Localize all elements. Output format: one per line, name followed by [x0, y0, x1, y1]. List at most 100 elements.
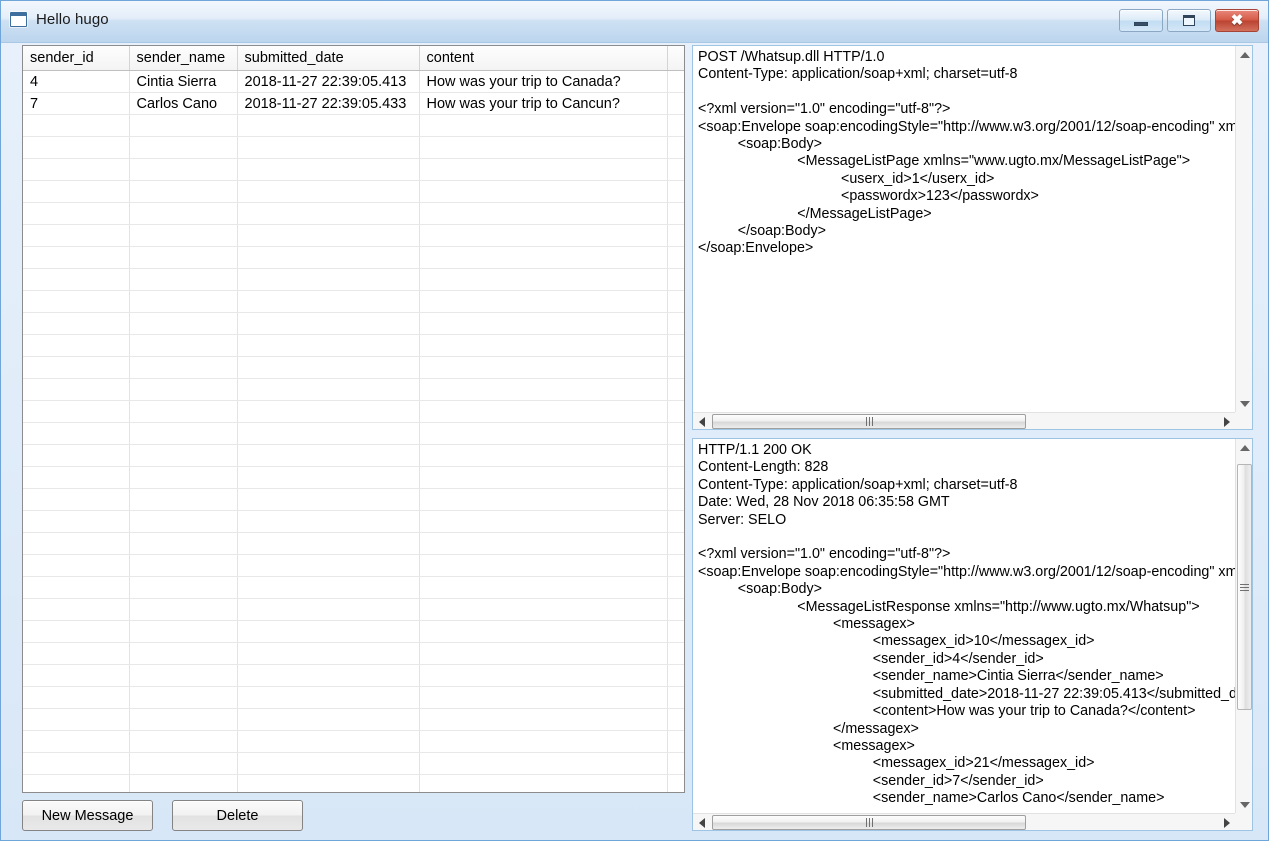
table-cell-empty[interactable]	[237, 488, 420, 511]
table-cell-empty[interactable]	[419, 334, 668, 357]
delete-button[interactable]: Delete	[172, 800, 303, 831]
table-cell-empty[interactable]	[129, 136, 238, 159]
table-cell-empty[interactable]	[237, 136, 420, 159]
table-row-empty[interactable]	[23, 466, 684, 489]
table-cell-empty[interactable]	[129, 378, 238, 401]
table-row-empty[interactable]	[23, 180, 684, 203]
table-cell-empty[interactable]	[667, 510, 684, 533]
table-cell-empty[interactable]	[237, 730, 420, 753]
request-horizontal-scrollbar[interactable]	[693, 412, 1235, 429]
response-vertical-scrollbar[interactable]	[1235, 439, 1252, 813]
table-cell-empty[interactable]	[667, 356, 684, 379]
table-cell-empty[interactable]	[667, 224, 684, 247]
table-cell-empty[interactable]	[667, 686, 684, 709]
table-cell-empty[interactable]	[129, 576, 238, 599]
column-header-sender-name[interactable]: sender_name	[129, 46, 238, 71]
table-cell-empty[interactable]	[237, 576, 420, 599]
table-cell-empty[interactable]	[129, 224, 238, 247]
table-cell-empty[interactable]	[419, 554, 668, 577]
table-cell-empty[interactable]	[237, 180, 420, 203]
table-cell-empty[interactable]	[23, 774, 130, 792]
maximize-button[interactable]	[1167, 9, 1211, 32]
table-row-empty[interactable]	[23, 598, 684, 621]
table-cell-empty[interactable]	[23, 708, 130, 731]
table-cell-empty[interactable]	[237, 774, 420, 792]
minimize-button[interactable]	[1119, 9, 1163, 32]
table-cell-empty[interactable]	[23, 730, 130, 753]
table-cell-empty[interactable]	[419, 400, 668, 423]
table-cell-content[interactable]: How was your trip to Canada?	[419, 70, 668, 93]
table-cell-empty[interactable]	[667, 466, 684, 489]
response-vscroll-thumb[interactable]	[1237, 464, 1252, 710]
table-cell-empty[interactable]	[419, 158, 668, 181]
table-cell-empty[interactable]	[667, 488, 684, 511]
table-cell-empty[interactable]	[237, 202, 420, 225]
table-cell-empty[interactable]	[237, 246, 420, 269]
response-hscroll-thumb[interactable]	[712, 815, 1026, 830]
table-cell-empty[interactable]	[667, 774, 684, 792]
table-cell-empty[interactable]	[129, 620, 238, 643]
table-cell-empty[interactable]	[237, 158, 420, 181]
table-cell-sender-id[interactable]: 7	[23, 92, 130, 115]
table-row-empty[interactable]	[23, 422, 684, 445]
table-cell-empty[interactable]	[129, 488, 238, 511]
column-header-submitted-date[interactable]: submitted_date	[237, 46, 420, 71]
table-cell-empty[interactable]	[129, 246, 238, 269]
table-cell-empty[interactable]	[23, 576, 130, 599]
table-cell-empty[interactable]	[129, 510, 238, 533]
table-cell-empty[interactable]	[23, 466, 130, 489]
table-row-empty[interactable]	[23, 730, 684, 753]
table-cell-empty[interactable]	[129, 312, 238, 335]
message-table-panel[interactable]: sender_id sender_name submitted_date con…	[22, 45, 685, 793]
table-cell-empty[interactable]	[23, 136, 130, 159]
table-cell-empty[interactable]	[237, 664, 420, 687]
table-cell-empty[interactable]	[23, 664, 130, 687]
table-cell-empty[interactable]	[237, 620, 420, 643]
table-cell-empty[interactable]	[667, 532, 684, 555]
table-cell-empty[interactable]	[23, 488, 130, 511]
table-cell-empty[interactable]	[419, 774, 668, 792]
table-cell-empty[interactable]	[23, 686, 130, 709]
table-cell-empty[interactable]	[23, 598, 130, 621]
table-row-empty[interactable]	[23, 510, 684, 533]
table-cell-empty[interactable]	[237, 466, 420, 489]
table-cell-empty[interactable]	[129, 774, 238, 792]
request-panel[interactable]: POST /Whatsup.dll HTTP/1.0 Content-Type:…	[692, 45, 1253, 430]
table-cell-empty[interactable]	[23, 224, 130, 247]
table-cell-empty[interactable]	[419, 686, 668, 709]
table-cell-empty[interactable]	[419, 620, 668, 643]
table-cell-empty[interactable]	[129, 268, 238, 291]
scroll-right-icon[interactable]	[1218, 814, 1235, 830]
table-cell-empty[interactable]	[23, 334, 130, 357]
table-row-empty[interactable]	[23, 202, 684, 225]
scroll-left-icon[interactable]	[693, 413, 710, 429]
scroll-down-icon[interactable]	[1236, 395, 1252, 412]
table-row-empty[interactable]	[23, 224, 684, 247]
table-cell-empty[interactable]	[237, 510, 420, 533]
table-cell-empty[interactable]	[419, 576, 668, 599]
table-row-empty[interactable]	[23, 708, 684, 731]
table-cell-empty[interactable]	[129, 664, 238, 687]
table-cell-empty[interactable]	[129, 202, 238, 225]
table-cell-empty[interactable]	[237, 400, 420, 423]
table-cell-empty[interactable]	[667, 378, 684, 401]
table-cell-empty[interactable]	[23, 532, 130, 555]
table-cell-empty[interactable]	[237, 268, 420, 291]
table-cell-empty[interactable]	[237, 334, 420, 357]
table-cell-empty[interactable]	[129, 356, 238, 379]
table-cell-empty[interactable]	[667, 642, 684, 665]
table-cell-sender-name[interactable]: Cintia Sierra	[129, 70, 238, 93]
table-cell-empty[interactable]	[129, 114, 238, 137]
table-cell-empty[interactable]	[419, 136, 668, 159]
table-cell-submitted-date[interactable]: 2018-11-27 22:39:05.413	[237, 70, 420, 93]
table-cell-empty[interactable]	[419, 422, 668, 445]
table-cell-empty[interactable]	[237, 312, 420, 335]
table-cell-empty[interactable]	[419, 532, 668, 555]
table-cell-empty[interactable]	[237, 686, 420, 709]
table-cell-empty[interactable]	[667, 246, 684, 269]
table-cell-empty[interactable]	[129, 708, 238, 731]
table-row-empty[interactable]	[23, 488, 684, 511]
response-panel[interactable]: HTTP/1.1 200 OK Content-Length: 828 Cont…	[692, 438, 1253, 831]
table-cell-empty[interactable]	[237, 444, 420, 467]
table-cell-empty[interactable]	[419, 378, 668, 401]
